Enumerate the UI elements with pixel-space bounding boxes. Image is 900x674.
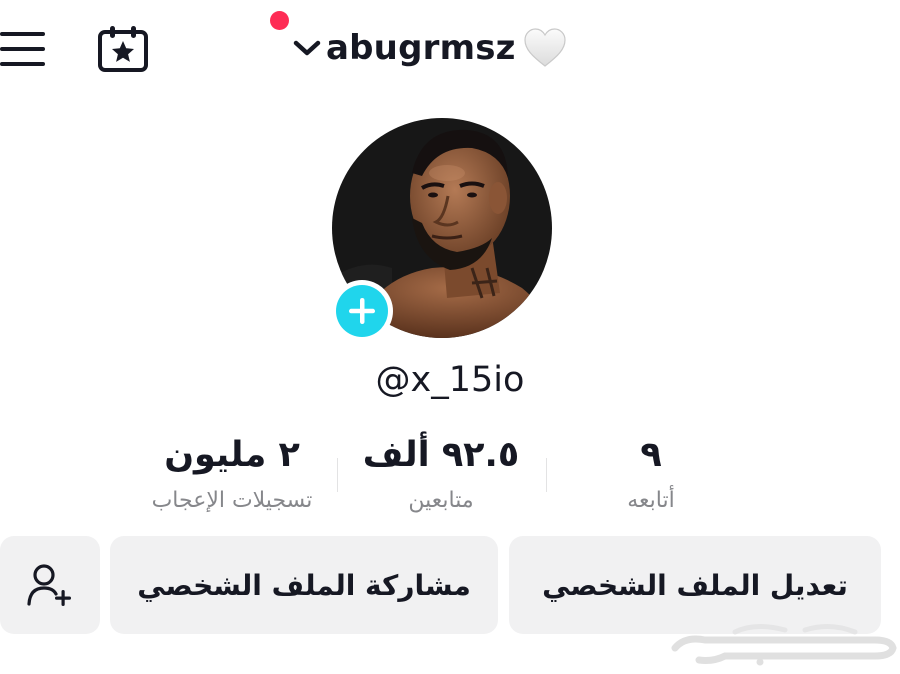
menu-icon[interactable] <box>0 30 46 68</box>
add-friend-icon <box>27 564 71 606</box>
calendar-star-icon[interactable] <box>97 24 149 74</box>
plus-icon <box>349 298 375 324</box>
likes-label: تسجيلات الإعجاب <box>151 488 313 513</box>
share-profile-button[interactable]: مشاركة الملف الشخصي <box>110 536 498 634</box>
chevron-down-icon <box>293 40 321 56</box>
username: abugrmsz <box>326 28 516 68</box>
notification-dot <box>270 11 289 30</box>
account-switcher[interactable]: abugrmsz <box>292 18 568 78</box>
following-label: أتابعه <box>627 488 675 513</box>
followers-stat[interactable]: ٩٢.٥ ألف متابعين <box>321 430 561 518</box>
likes-count: ٢ مليون <box>164 435 300 475</box>
white-heart-icon <box>524 28 566 67</box>
likes-stat[interactable]: ٢ مليون تسجيلات الإعجاب <box>112 430 352 518</box>
following-stat[interactable]: ٩ أتابعه <box>531 430 771 518</box>
haraj-watermark-logo <box>671 624 897 666</box>
followers-label: متابعين <box>408 488 474 513</box>
add-badge-circle <box>336 285 388 337</box>
profile-handle: @x_15io <box>375 360 525 400</box>
add-friend-button[interactable] <box>0 536 100 634</box>
followers-count: ٩٢.٥ ألف <box>362 435 520 475</box>
add-avatar-button[interactable] <box>331 280 393 342</box>
following-count: ٩ <box>640 435 662 475</box>
